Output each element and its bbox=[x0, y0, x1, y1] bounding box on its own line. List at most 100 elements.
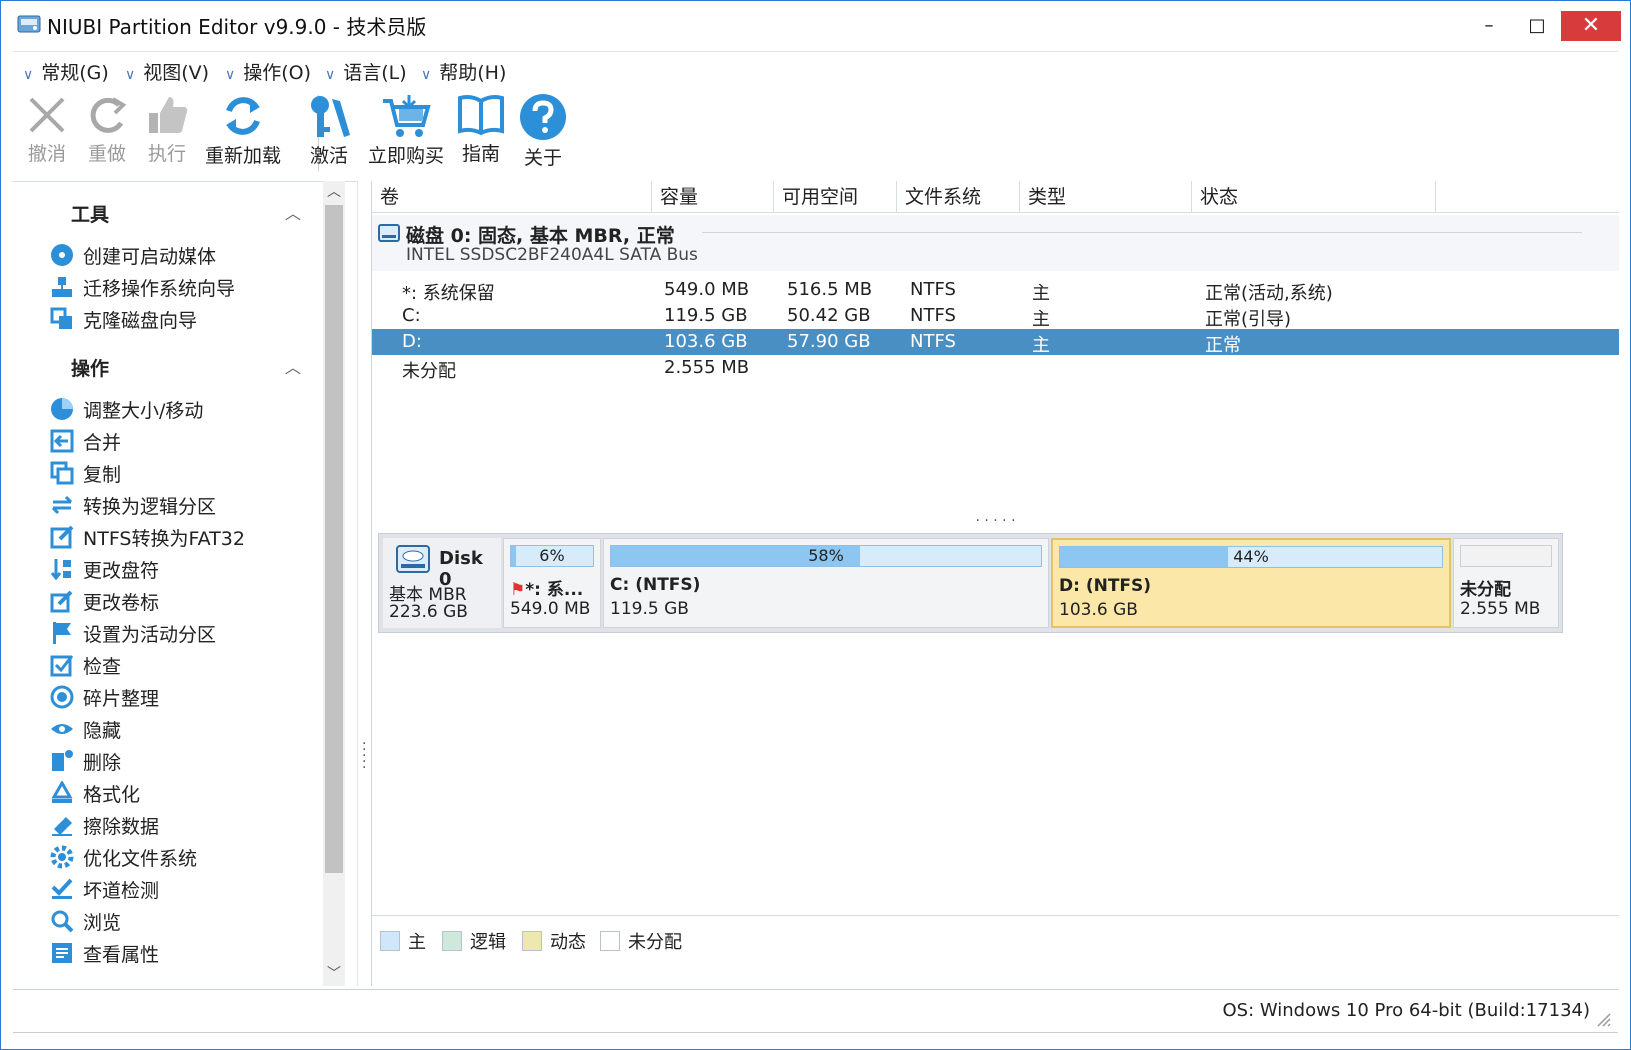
maximize-button[interactable]: □ bbox=[1513, 11, 1561, 41]
sidebar-item-check[interactable]: 检查 bbox=[49, 650, 121, 680]
sidebar-item-create-bootable-media[interactable]: 创建可启动媒体 bbox=[49, 240, 216, 270]
close-button[interactable]: ✕ bbox=[1561, 11, 1621, 41]
title-bar: NIUBI Partition Editor v9.9.0 - 技术员版 – □… bbox=[1, 1, 1630, 47]
partition-block-d-selected[interactable]: 44% D: (NTFS) 103.6 GB bbox=[1051, 538, 1451, 628]
table-row[interactable]: 未分配 2.555 MB bbox=[372, 355, 1619, 382]
sidebar-item-migrate-os[interactable]: 迁移操作系统向导 bbox=[49, 272, 235, 302]
table-header: 卷 容量 可用空间 文件系统 类型 状态 bbox=[372, 181, 1619, 213]
column-volume[interactable]: 卷 bbox=[372, 181, 652, 213]
partition-block-system-reserved[interactable]: 6% ⚑*: 系... 549.0 MB bbox=[503, 538, 601, 628]
scrollbar-thumb[interactable] bbox=[325, 205, 343, 873]
usage-percent: 58% bbox=[808, 546, 844, 565]
undo-icon bbox=[29, 97, 65, 133]
sidebar-item-change-letter[interactable]: 更改盘符 bbox=[49, 554, 159, 584]
sidebar-item-format[interactable]: 格式化 bbox=[49, 778, 140, 808]
sidebar-item-convert-logical[interactable]: 转换为逻辑分区 bbox=[49, 490, 216, 520]
table-row-selected[interactable]: D: 103.6 GB 57.90 GB NTFS 主 正常 bbox=[372, 329, 1619, 356]
column-type[interactable]: 类型 bbox=[1020, 181, 1192, 213]
copy-icon bbox=[49, 460, 75, 486]
menu-help[interactable]: ∨ 帮助(H) bbox=[421, 58, 506, 85]
column-free-space[interactable]: 可用空间 bbox=[774, 181, 897, 213]
reload-label: 重新加载 bbox=[204, 145, 281, 167]
cell-fs: NTFS bbox=[910, 305, 956, 326]
merge-icon bbox=[49, 428, 75, 454]
delete-disk-icon bbox=[49, 748, 75, 774]
legend-primary: 主 bbox=[380, 928, 426, 954]
cell-status: 正常 bbox=[1205, 335, 1241, 356]
checkbox-icon bbox=[49, 652, 75, 678]
sidebar-item-ntfs-to-fat32[interactable]: NTFS转换为FAT32 bbox=[49, 522, 245, 552]
menu-general[interactable]: ∨ 常规(G) bbox=[23, 58, 109, 85]
table-row[interactable]: C: 119.5 GB 50.42 GB NTFS 主 正常(引导) bbox=[372, 303, 1619, 330]
disk-header-row[interactable]: 磁盘 0: 固态, 基本 MBR, 正常 INTEL SSDSC2BF240A4… bbox=[372, 215, 1619, 271]
legend-unallocated: 未分配 bbox=[600, 928, 682, 954]
sidebar-item-optimize-fs[interactable]: 优化文件系统 bbox=[49, 842, 197, 872]
sidebar-item-change-label[interactable]: 更改卷标 bbox=[49, 586, 159, 616]
sidebar-item-label: 合并 bbox=[83, 431, 122, 454]
partition-name-text: *: 系... bbox=[525, 580, 584, 600]
column-status[interactable]: 状态 bbox=[1192, 181, 1436, 213]
partition-name: C: (NTFS) bbox=[610, 575, 701, 595]
disk-icon bbox=[396, 545, 430, 573]
cell-volume: C: bbox=[402, 305, 421, 326]
vertical-splitter[interactable]: · · · · · bbox=[357, 181, 371, 986]
scroll-up-icon[interactable]: ︿ bbox=[323, 181, 345, 201]
cell-fs: NTFS bbox=[910, 279, 956, 300]
search-icon bbox=[49, 908, 75, 934]
horizontal-splitter[interactable]: · · · · · bbox=[372, 514, 1619, 531]
sidebar-item-merge[interactable]: 合并 bbox=[49, 426, 121, 456]
sidebar-item-hide[interactable]: 隐藏 bbox=[49, 714, 121, 744]
sidebar-item-label: 优化文件系统 bbox=[83, 847, 198, 870]
about-button[interactable]: 关于 bbox=[503, 93, 583, 170]
partition-name: ⚑*: 系... bbox=[510, 575, 583, 600]
window-title: NIUBI Partition Editor v9.9.0 - 技术员版 bbox=[47, 15, 427, 39]
cell-capacity: 103.6 GB bbox=[664, 331, 748, 352]
sidebar-scrollbar[interactable]: ︿ ﹀ bbox=[323, 181, 345, 986]
disk-title: 磁盘 0: 固态, 基本 MBR, 正常 bbox=[406, 225, 675, 247]
sort-icon bbox=[49, 556, 75, 582]
sidebar-item-set-active[interactable]: 设置为活动分区 bbox=[49, 618, 216, 648]
sidebar-item-label: 克隆磁盘向导 bbox=[83, 309, 198, 332]
buy-now-button[interactable]: 立即购买 bbox=[361, 93, 451, 168]
minimize-button[interactable]: – bbox=[1465, 11, 1513, 41]
eye-icon bbox=[49, 716, 75, 742]
disk-map-info[interactable]: Disk 0 基本 MBR 223.6 GB bbox=[383, 538, 501, 628]
sidebar-item-explore[interactable]: 浏览 bbox=[49, 906, 121, 936]
cell-capacity: 549.0 MB bbox=[664, 279, 750, 300]
sidebar-item-copy[interactable]: 复制 bbox=[49, 458, 121, 488]
sidebar-item-label: 设置为活动分区 bbox=[83, 623, 217, 646]
chevron-up-icon[interactable]: ︿ bbox=[285, 200, 301, 224]
cell-volume: 未分配 bbox=[402, 361, 456, 382]
sidebar-item-delete[interactable]: 删除 bbox=[49, 746, 121, 776]
sidebar-item-defrag[interactable]: 碎片整理 bbox=[49, 682, 159, 712]
sidebar-item-wipe[interactable]: 擦除数据 bbox=[49, 810, 159, 840]
menu-view[interactable]: ∨ 视图(V) bbox=[125, 58, 209, 85]
sidebar-item-label: 格式化 bbox=[83, 783, 141, 806]
sidebar-item-label: 浏览 bbox=[83, 911, 122, 934]
partition-block-c[interactable]: 58% C: (NTFS) 119.5 GB bbox=[603, 538, 1049, 628]
sidebar-item-resize-move[interactable]: 调整大小/移动 bbox=[49, 394, 203, 424]
reload-button[interactable]: 重新加载 bbox=[195, 93, 291, 168]
chevron-up-icon[interactable]: ︿ bbox=[285, 354, 301, 378]
status-bar: OS: Windows 10 Pro 64-bit (Build:17134) bbox=[13, 989, 1618, 1033]
resize-grip-icon[interactable] bbox=[1594, 1010, 1612, 1028]
activate-button[interactable]: 激活 bbox=[289, 93, 369, 168]
sidebar-item-label: 更改卷标 bbox=[83, 591, 160, 614]
sidebar-item-clone-disk[interactable]: 克隆磁盘向导 bbox=[49, 304, 197, 334]
defrag-icon bbox=[49, 684, 75, 710]
column-capacity[interactable]: 容量 bbox=[652, 181, 774, 213]
app-logo-icon bbox=[17, 15, 41, 33]
column-file-system[interactable]: 文件系统 bbox=[897, 181, 1020, 213]
usage-bar: 58% bbox=[610, 545, 1042, 567]
sidebar-item-properties[interactable]: 查看属性 bbox=[49, 938, 159, 968]
menu-operation[interactable]: ∨ 操作(O) bbox=[225, 58, 311, 85]
convert-icon bbox=[49, 492, 75, 518]
sidebar-item-bad-sector[interactable]: 坏道检测 bbox=[49, 874, 159, 904]
sidebar-item-label: 调整大小/移动 bbox=[83, 399, 204, 422]
table-row[interactable]: *: 系统保留 549.0 MB 516.5 MB NTFS 主 正常(活动,系… bbox=[372, 277, 1619, 304]
cell-capacity: 2.555 MB bbox=[664, 357, 750, 378]
menu-language[interactable]: ∨ 语言(L) bbox=[325, 58, 407, 85]
usage-bar: 44% bbox=[1059, 546, 1443, 568]
scroll-down-icon[interactable]: ﹀ bbox=[323, 963, 345, 983]
partition-block-unallocated[interactable]: 未分配 2.555 MB bbox=[1453, 538, 1559, 628]
